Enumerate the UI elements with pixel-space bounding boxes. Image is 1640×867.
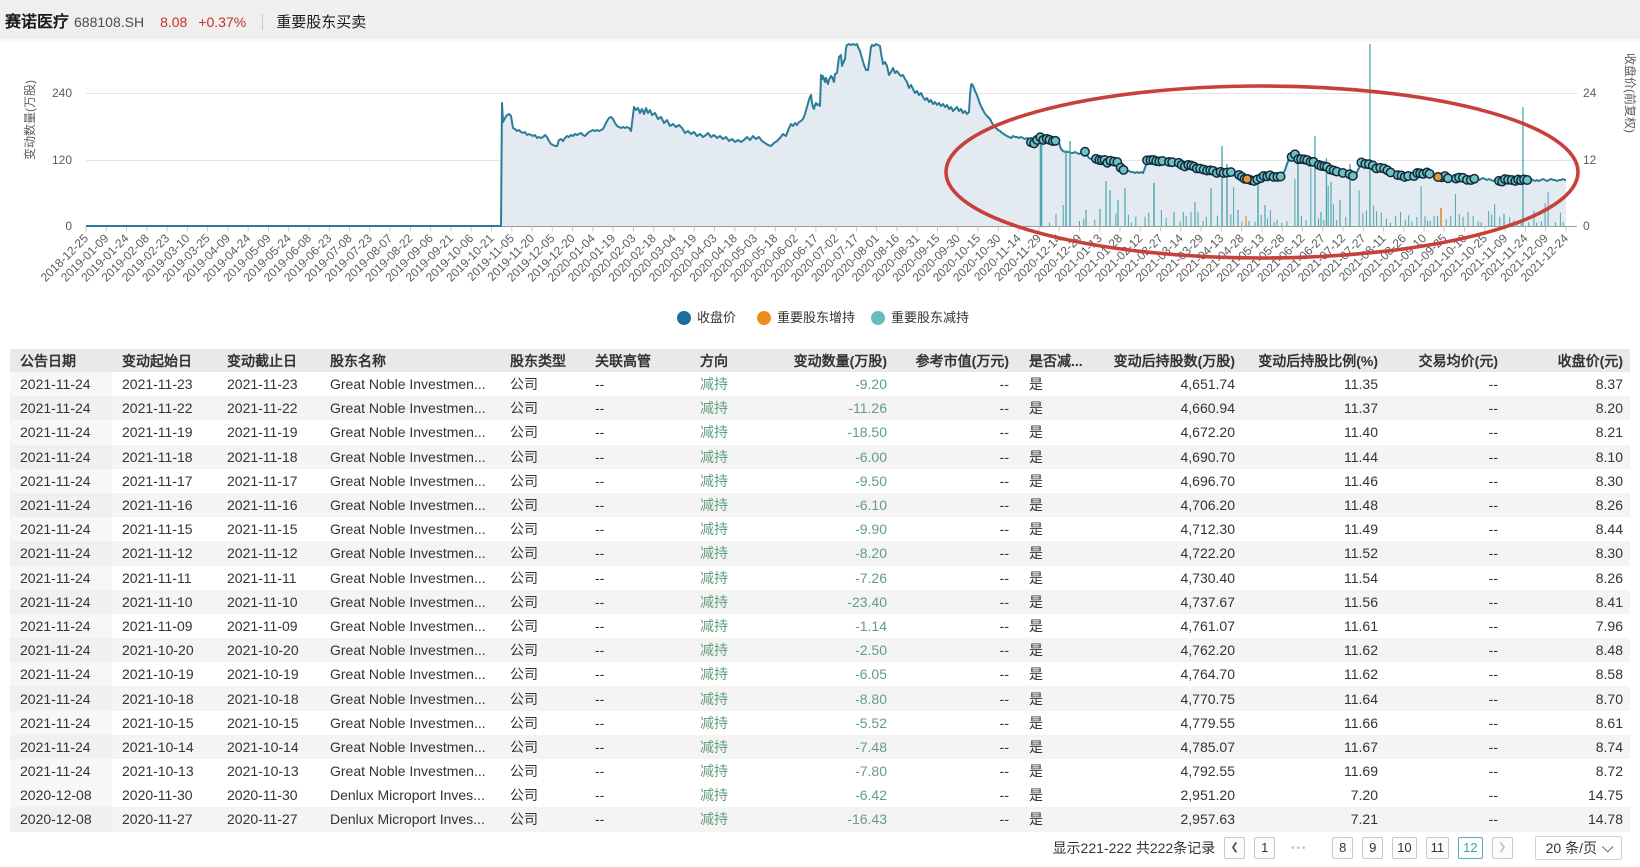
svg-text:240: 240	[52, 86, 72, 100]
svg-text:0: 0	[1583, 219, 1590, 233]
svg-text:收盘价(前复权): 收盘价(前复权)	[1623, 53, 1638, 133]
svg-text:120: 120	[52, 153, 72, 167]
svg-text:24: 24	[1583, 86, 1597, 100]
svg-text:变动数量(万股): 变动数量(万股)	[22, 80, 37, 160]
svg-text:重要股东减持: 重要股东减持	[891, 310, 969, 325]
svg-text:0: 0	[65, 219, 72, 233]
svg-text:重要股东增持: 重要股东增持	[777, 310, 855, 325]
svg-text:收盘价: 收盘价	[697, 310, 736, 325]
svg-text:12: 12	[1583, 153, 1597, 167]
